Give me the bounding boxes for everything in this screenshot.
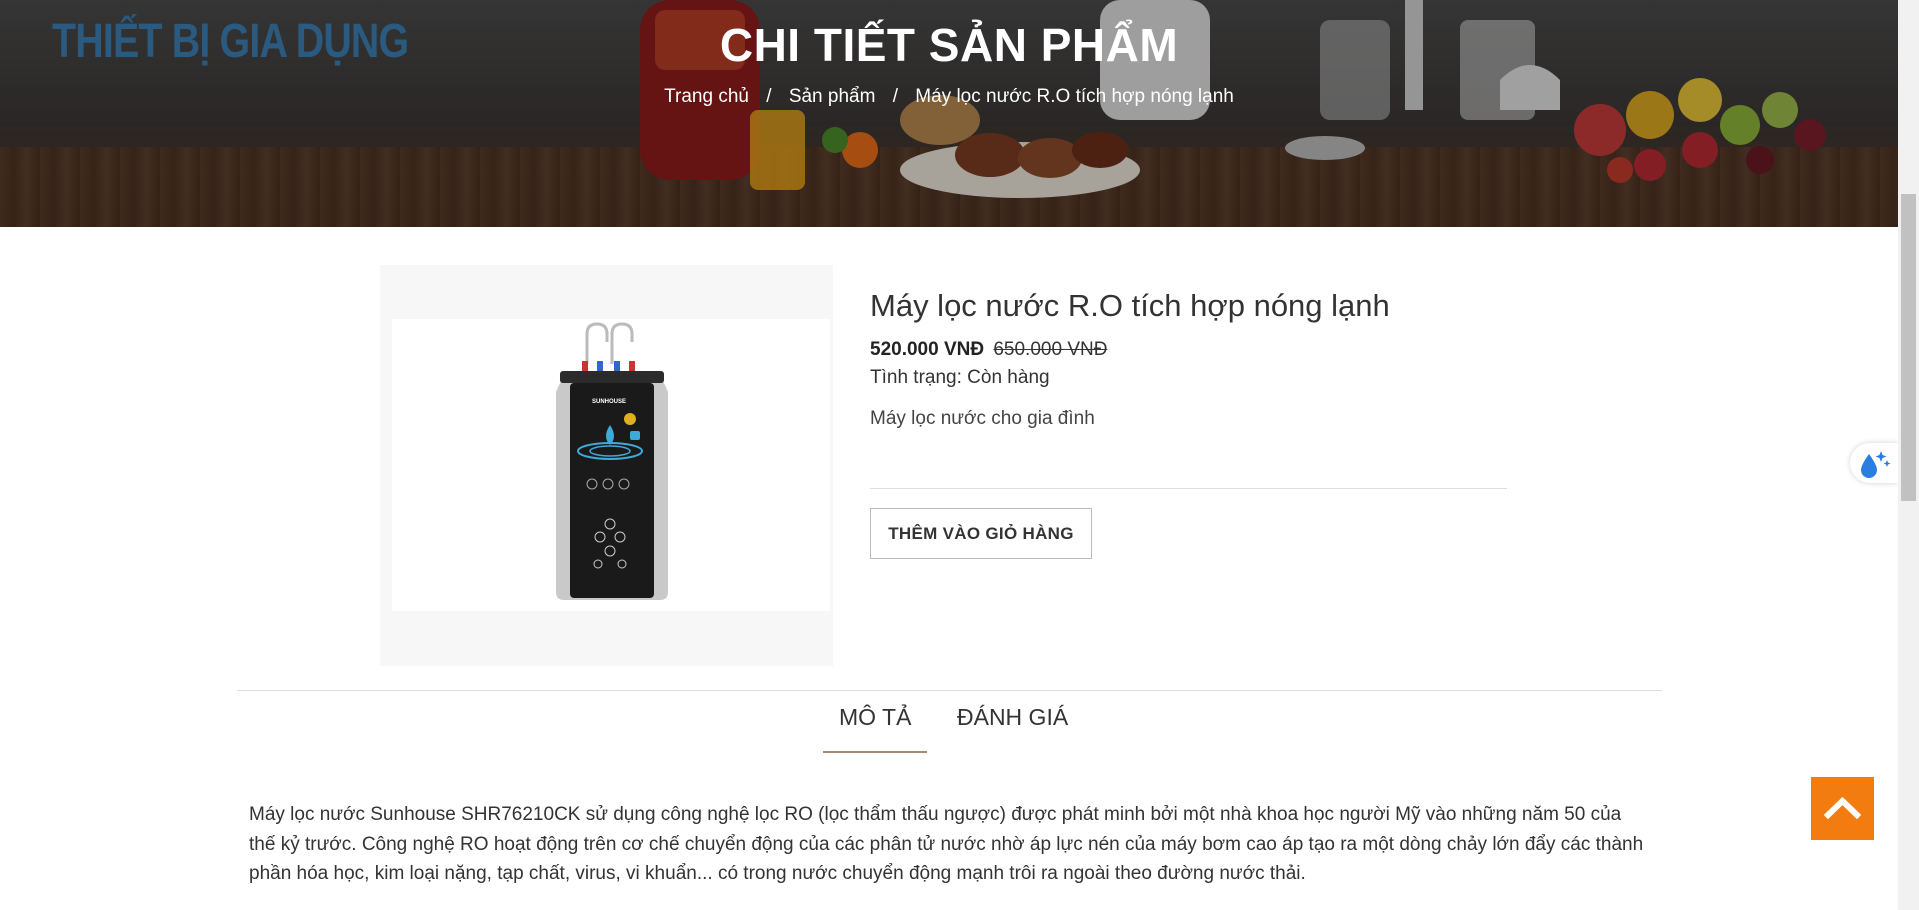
stock-status: Tình trạng: Còn hàng [870,367,1050,389]
product-short-description: Máy lọc nước cho gia đình [870,408,1095,429]
tab-description[interactable]: MÔ TẢ [823,704,928,753]
price-row: 520.000 VNĐ 650.000 VNĐ [870,339,1107,361]
old-price: 650.000 VNĐ [993,339,1108,360]
product-image[interactable]: SUNHOUSE [392,319,830,611]
breadcrumb-separator: / [766,86,772,107]
floating-widget-button[interactable] [1850,443,1898,483]
breadcrumb-separator: / [892,86,898,107]
page-title: CHI TIẾT SẢN PHẨM [719,19,1179,71]
product-brand-label: SUNHOUSE [592,399,626,405]
water-purifier-image: SUNHOUSE [556,322,668,600]
breadcrumb: Trang chủ / Sản phẩm / Máy lọc nước R.O … [0,86,1898,108]
product-image-container: SUNHOUSE [380,265,833,666]
product-description: Máy lọc nước Sunhouse SHR76210CK sử dụng… [249,804,1644,884]
product-name: Máy lọc nước R.O tích hợp nóng lạnh [870,288,1390,323]
breadcrumb-home[interactable]: Trang chủ [664,86,749,107]
breadcrumb-current: Máy lọc nước R.O tích hợp nóng lạnh [915,86,1234,107]
scrollbar-thumb[interactable] [1901,194,1916,501]
hero-banner: THIẾT BỊ GIA DỤNG CHI TIẾT SẢN PHẨM Tran… [0,0,1898,227]
current-price: 520.000 VNĐ [870,339,985,360]
chevron-up-icon [1823,796,1862,820]
tab-reviews[interactable]: ĐÁNH GIÁ [941,704,1084,751]
stock-status-label: Tình trạng: [870,367,962,388]
breadcrumb-products[interactable]: Sản phẩm [789,86,876,107]
divider [870,488,1507,489]
water-drop-sparkle-icon [1861,451,1891,478]
stock-status-value: Còn hàng [967,367,1050,388]
add-to-cart-button[interactable]: THÊM VÀO GIỎ HÀNG [870,508,1092,559]
back-to-top-button[interactable] [1811,777,1874,840]
page-scrollbar[interactable] [1898,0,1919,910]
tabs-divider [237,690,1662,691]
